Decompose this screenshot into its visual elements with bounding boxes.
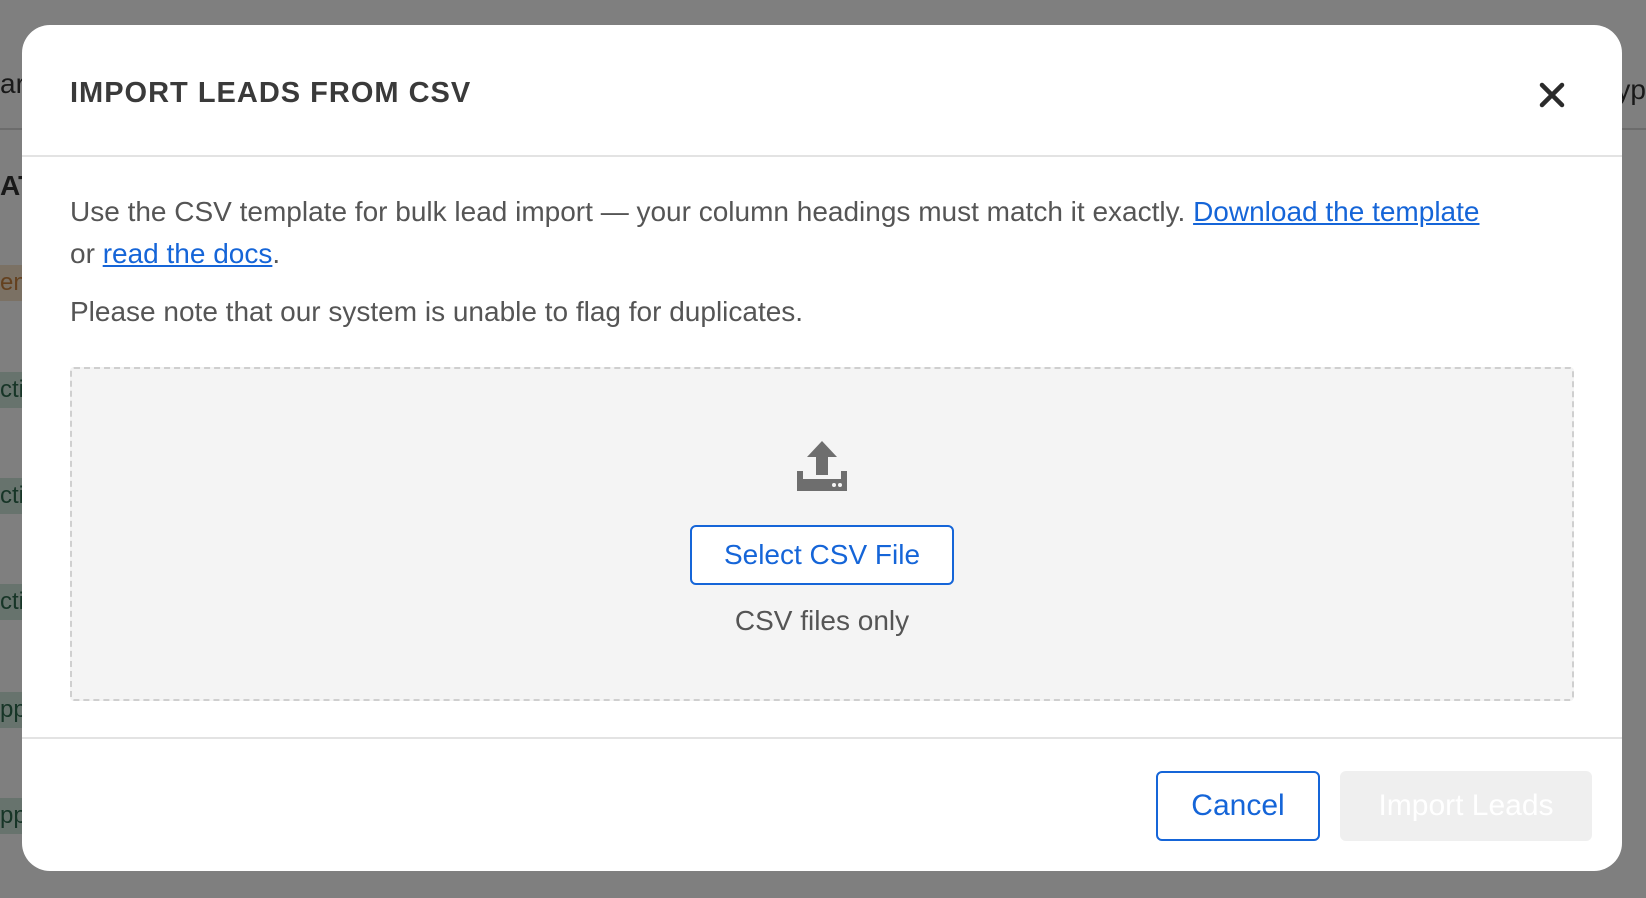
close-icon	[1539, 82, 1565, 108]
import-leads-modal: IMPORT LEADS FROM CSV Use the CSV templa…	[22, 25, 1622, 871]
intro-paragraph: Use the CSV template for bulk lead impor…	[70, 191, 1574, 275]
intro-text: Use the CSV template for bulk lead impor…	[70, 196, 1194, 227]
duplicates-note: Please note that our system is unable to…	[70, 296, 804, 327]
select-csv-file-button[interactable]: Select CSV File	[690, 525, 954, 585]
csv-dropzone[interactable]: Select CSV File CSV files only	[70, 367, 1574, 701]
csv-only-hint: CSV files only	[734, 605, 910, 636]
modal-footer: Cancel Import Leads	[22, 737, 1622, 871]
modal-header: IMPORT LEADS FROM CSV	[22, 25, 1622, 157]
modal-body: Use the CSV template for bulk lead impor…	[22, 157, 1622, 701]
cancel-button[interactable]: Cancel	[1156, 771, 1320, 841]
modal-title: IMPORT LEADS FROM CSV	[70, 77, 472, 109]
period-text: .	[272, 238, 281, 269]
read-docs-link[interactable]: read the docs	[103, 238, 273, 269]
close-button[interactable]	[1534, 77, 1570, 113]
download-template-link[interactable]: Download the template	[1193, 196, 1479, 227]
import-leads-button[interactable]: Import Leads	[1340, 771, 1592, 841]
or-text: or	[70, 238, 103, 269]
upload-icon	[797, 441, 847, 491]
